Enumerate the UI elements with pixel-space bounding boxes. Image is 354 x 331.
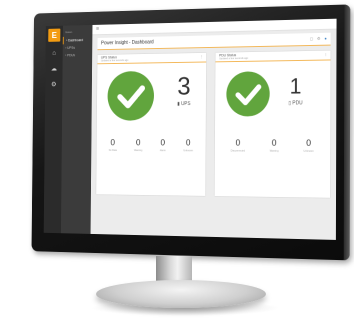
- page-header: Power Insight - Dashboard ◻ ⚙ ●: [97, 32, 331, 51]
- stat-item: 0 Alarm: [160, 138, 166, 152]
- cloud-icon[interactable]: ☁: [45, 65, 62, 73]
- main-area: ≡ Power Insight - Dashboard ◻ ⚙ ● UPS St…: [91, 18, 337, 240]
- menu-icon[interactable]: ≡: [96, 27, 99, 33]
- stat-item: 0 Disconnected: [231, 138, 245, 153]
- stat-value: 0: [135, 137, 141, 148]
- pdu-count-label: ▯ PDU: [277, 100, 314, 106]
- card-header: PDU Status Updated a few seconds ago ⋮: [215, 50, 331, 63]
- more-icon[interactable]: ⋮: [324, 52, 328, 57]
- pdu-status-card[interactable]: PDU Status Updated a few seconds ago ⋮ 1…: [214, 50, 331, 198]
- nav-header: Eaton: [65, 30, 73, 35]
- stat-label: Alarm: [159, 149, 166, 153]
- app-logo[interactable]: E: [48, 28, 61, 42]
- pdu-count: 1: [289, 73, 302, 99]
- stat-label: Unknown: [303, 149, 314, 153]
- monitor-bezel: E ⌂ ☁ ⚙ Eaton › Dashboard › UPSs › PDUs …: [31, 4, 351, 261]
- settings-icon[interactable]: ⚙: [317, 36, 321, 41]
- user-icon[interactable]: ●: [324, 36, 326, 41]
- nav-item-label: UPSs: [67, 45, 75, 50]
- more-icon[interactable]: ⋮: [200, 54, 204, 59]
- stat-item: 0 Unknown: [183, 138, 193, 152]
- stat-item: 0 Warning: [270, 138, 279, 153]
- stat-value: 0: [110, 137, 116, 148]
- nav-item-label: PDUs: [67, 53, 76, 58]
- home-icon[interactable]: ⌂: [46, 50, 63, 57]
- stat-value: 0: [160, 137, 166, 148]
- card-subtitle: Updated a few seconds ago: [100, 59, 129, 63]
- ups-count-label: ▮ UPS: [167, 101, 202, 107]
- nav-item-pdu[interactable]: › PDUs: [63, 51, 93, 59]
- monitor-base: [96, 280, 266, 308]
- ups-stats: 0 No Data 0 Warning 0 Alarm 0 Unknown: [100, 138, 202, 153]
- ups-icon: ▮: [177, 101, 180, 108]
- ups-count: 3: [177, 71, 191, 101]
- header-icons: ◻ ⚙ ●: [310, 36, 327, 41]
- card-subtitle: Updated a few seconds ago: [219, 56, 249, 61]
- check-icon: [107, 70, 155, 121]
- ups-status-card[interactable]: UPS Status Updated a few seconds ago ⋮ 3…: [96, 52, 207, 196]
- stat-label: Warning: [269, 149, 279, 153]
- count-label-text: PDU: [292, 100, 303, 107]
- stat-item: 0 Warning: [134, 138, 142, 152]
- stat-value: 0: [306, 137, 312, 148]
- stat-item: 0 Unknown: [304, 138, 314, 153]
- icon-sidebar: E ⌂ ☁ ⚙: [43, 25, 63, 234]
- gear-icon[interactable]: ⚙: [45, 81, 62, 89]
- count-label-text: UPS: [181, 101, 191, 108]
- stat-value: 0: [185, 137, 191, 148]
- check-icon: [226, 71, 270, 117]
- nav-item-label: Dashboard: [68, 38, 83, 43]
- stat-value: 0: [235, 137, 241, 148]
- stat-value: 0: [271, 137, 277, 148]
- stat-label: No Data: [108, 149, 117, 152]
- page-title: Power Insight - Dashboard: [101, 39, 154, 47]
- pdu-icon: ▯: [288, 100, 292, 107]
- stat-item: 0 No Data: [109, 138, 117, 152]
- stat-label: Warning: [134, 149, 143, 153]
- monitor-screen: E ⌂ ☁ ⚙ Eaton › Dashboard › UPSs › PDUs …: [43, 18, 337, 240]
- nav-panel: Eaton › Dashboard › UPSs › PDUs: [60, 24, 93, 234]
- stat-label: Unknown: [183, 149, 193, 153]
- pdu-stats: 0 Disconnected 0 Warning 0 Unknown: [219, 138, 327, 153]
- notification-icon[interactable]: ◻: [310, 36, 313, 41]
- card-header: UPS Status Updated a few seconds ago ⋮: [97, 52, 207, 65]
- stat-label: Disconnected: [230, 149, 245, 153]
